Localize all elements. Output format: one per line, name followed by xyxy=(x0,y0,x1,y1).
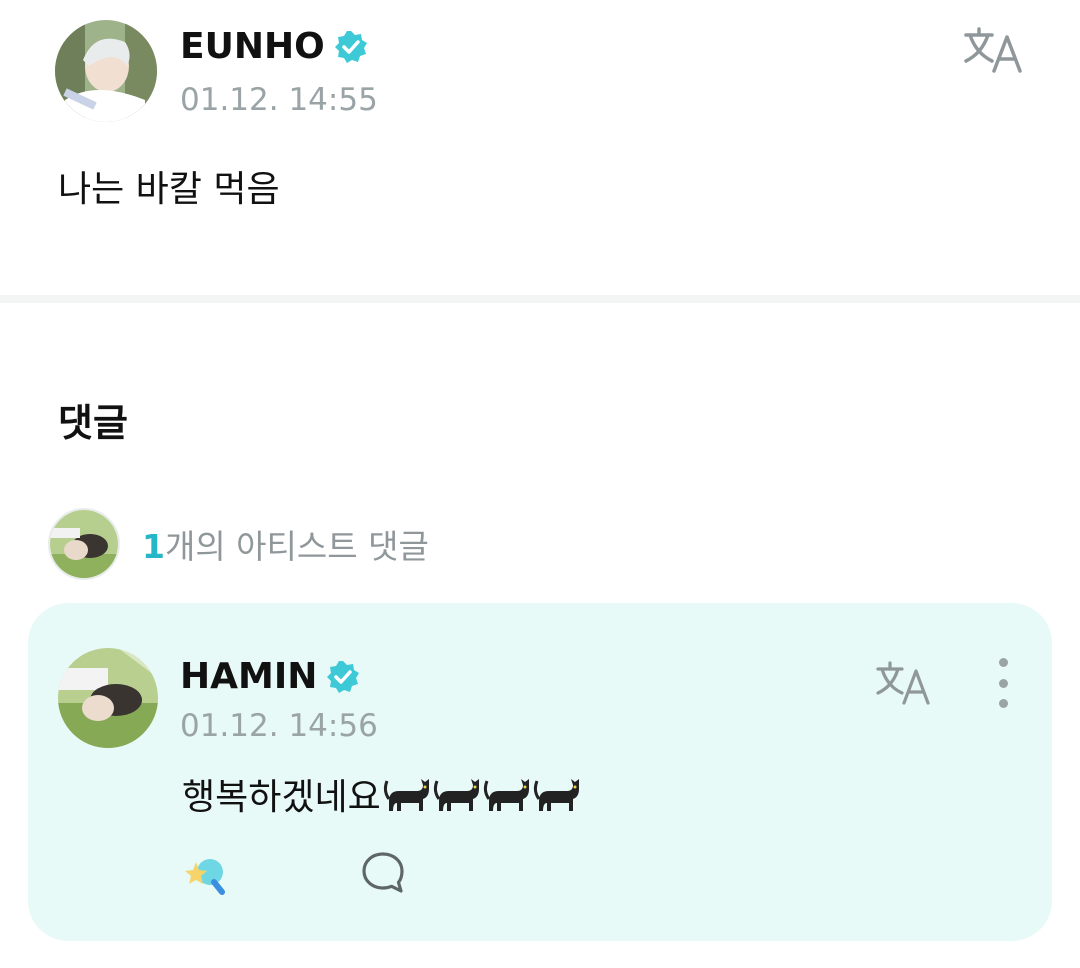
verified-badge-icon xyxy=(327,660,360,693)
sparkle-reaction-icon[interactable] xyxy=(182,850,232,896)
translate-icon[interactable] xyxy=(874,660,934,706)
post-author-name: EUNHO xyxy=(180,26,325,67)
artist-comment-count[interactable]: 1개의 아티스트 댓글 xyxy=(142,520,429,568)
post-author[interactable]: EUNHO xyxy=(180,26,369,67)
comment-body-text: 행복하겠네요 xyxy=(182,777,381,818)
translate-icon[interactable] xyxy=(962,25,1026,75)
comment-author[interactable]: HAMIN xyxy=(180,656,361,697)
more-dot xyxy=(998,658,1008,667)
artist-comment-count-label: 개의 아티스트 댓글 xyxy=(164,527,429,566)
post-body: 나는 바칼 먹음 xyxy=(58,169,280,210)
comment-author-avatar[interactable] xyxy=(58,648,158,748)
comment-author-name: HAMIN xyxy=(180,656,318,697)
post-timestamp: 01.12. 14:55 xyxy=(180,82,378,118)
more-dot xyxy=(998,699,1008,708)
artist-avatar xyxy=(48,508,120,580)
black-cat-icon xyxy=(483,779,529,811)
comment-timestamp: 01.12. 14:56 xyxy=(180,708,378,744)
black-cat-icon xyxy=(383,779,429,811)
more-vertical-icon[interactable] xyxy=(990,658,1016,708)
black-cat-icon xyxy=(533,779,579,811)
reply-bubble-icon[interactable] xyxy=(360,850,406,896)
more-dot xyxy=(998,678,1008,688)
section-divider xyxy=(0,295,1080,303)
post-author-avatar[interactable] xyxy=(55,20,157,122)
comment-emoji-group xyxy=(383,771,583,817)
black-cat-icon xyxy=(433,779,479,811)
verified-badge-icon xyxy=(334,30,367,63)
comment-body: 행복하겠네요 xyxy=(182,768,583,820)
comments-title: 댓글 xyxy=(58,401,128,445)
artist-comment-count-number: 1 xyxy=(142,527,165,566)
